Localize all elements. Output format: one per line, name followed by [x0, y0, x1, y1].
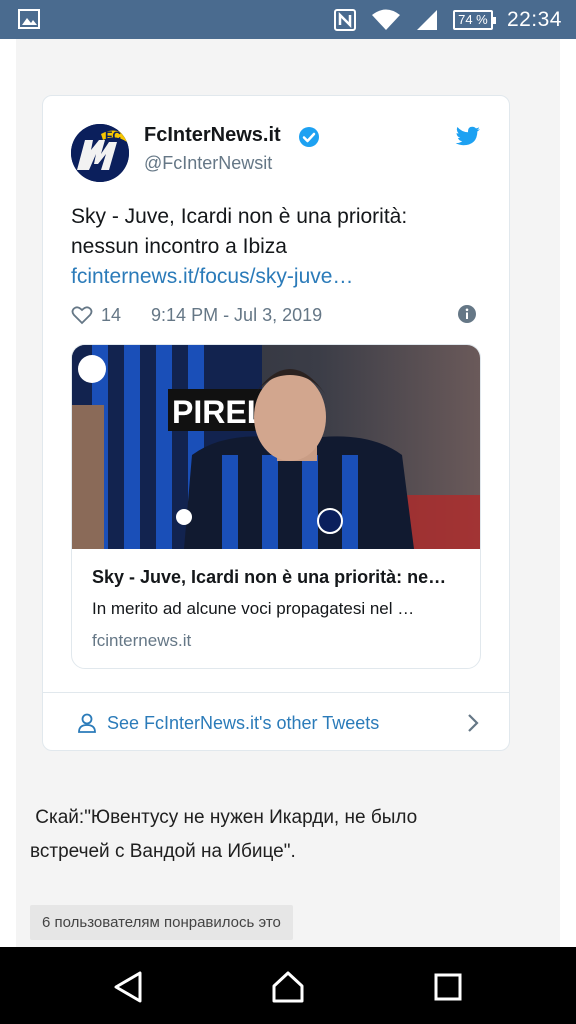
- like-count[interactable]: 14: [101, 305, 121, 326]
- heart-icon[interactable]: [71, 305, 93, 325]
- post-text-line: встречей с Вандой на Ибице".: [30, 841, 296, 862]
- post-text-line: Скай:"Ювентусу не нужен Икарди, не было: [30, 807, 418, 828]
- signal-icon: [416, 9, 437, 30]
- likes-badge[interactable]: 6 пользователям понравилось это: [30, 905, 293, 940]
- battery-indicator: 74 %: [452, 9, 496, 30]
- image-notification-icon: [18, 9, 40, 29]
- tweet-link[interactable]: fcinternews.it/focus/sky-juve…: [71, 262, 491, 292]
- navigation-bar: [0, 947, 576, 1024]
- status-bar: 74 % 22:34: [0, 0, 576, 39]
- card-title[interactable]: Sky - Juve, Icardi non è una priorità: n…: [92, 567, 462, 588]
- battery-level: 74 %: [458, 12, 488, 27]
- nfc-icon: [333, 8, 356, 31]
- link-preview-card[interactable]: PIRELLI Sky - Juve, Icardi non è una pri…: [71, 344, 481, 669]
- clock: 22:34: [506, 7, 562, 31]
- avatar[interactable]: FC: [71, 124, 129, 182]
- home-icon[interactable]: [270, 969, 306, 1005]
- divider: [43, 692, 509, 693]
- info-icon[interactable]: [457, 304, 477, 324]
- person-icon: [78, 713, 96, 733]
- see-other-tweets-link[interactable]: See FcInterNews.it's other Tweets: [77, 708, 479, 738]
- tweet-text: Sky - Juve, Icardi non è una priorità: n…: [71, 202, 491, 292]
- post-text: Скай:"Ювентусу не нужен Икарди, не было …: [30, 801, 540, 869]
- fcinternews-logo-icon: FC: [71, 124, 129, 182]
- tweet-meta: 14 9:14 PM - Jul 3, 2019: [71, 301, 322, 329]
- tweet-text-line: Sky - Juve, Icardi non è una priorità:: [71, 205, 408, 228]
- wifi-icon: [371, 9, 400, 30]
- card-image[interactable]: PIRELLI: [72, 345, 481, 549]
- twitter-logo-icon[interactable]: [455, 126, 481, 148]
- back-icon[interactable]: [110, 969, 146, 1005]
- author-name[interactable]: FcInterNews.it: [144, 124, 281, 147]
- tweet-text-line: nessun incontro a Ibiza: [71, 235, 287, 258]
- recents-icon[interactable]: [430, 969, 466, 1005]
- card-description: In merito ad alcune voci propagatesi nel…: [92, 599, 415, 618]
- verified-badge-icon: [299, 127, 319, 147]
- tweet-timestamp[interactable]: 9:14 PM - Jul 3, 2019: [151, 305, 322, 326]
- author-handle[interactable]: @FcInterNewsit: [144, 153, 272, 174]
- page-content: FC FcInterNews.it @FcInterNewsit Sky - J…: [16, 39, 560, 947]
- embedded-tweet[interactable]: FC FcInterNews.it @FcInterNewsit Sky - J…: [42, 95, 510, 751]
- card-domain: fcinternews.it: [92, 631, 192, 650]
- svg-text:FC: FC: [105, 129, 121, 143]
- see-other-tweets-label[interactable]: See FcInterNews.it's other Tweets: [107, 713, 379, 734]
- chevron-right-icon[interactable]: [467, 713, 479, 733]
